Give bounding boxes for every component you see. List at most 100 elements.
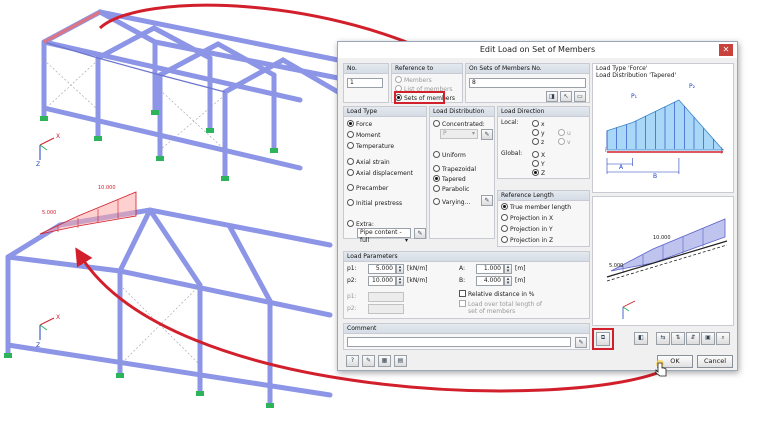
extra-select[interactable]: Pipe content - full ▾ [357, 228, 411, 244]
help-button[interactable]: ? [346, 355, 359, 367]
global-y-radio[interactable]: Y [532, 160, 545, 169]
load-dist-radio-1[interactable]: Uniform [433, 151, 466, 160]
local-x-radio[interactable]: x [532, 120, 545, 129]
load-dist-label-2: Trapezoidal [442, 166, 477, 173]
load-dist-radio-0[interactable]: Concentrated: [433, 120, 485, 129]
stepper-icon: ▴ ▾ [506, 276, 510, 286]
local-v-radio[interactable]: v [558, 138, 571, 147]
cancel-button[interactable]: Cancel [697, 355, 733, 368]
help-icon: ? [350, 357, 355, 364]
edit-table-button[interactable]: ▦ [378, 355, 391, 367]
p1-stepper[interactable]: ▴ ▾ [396, 264, 404, 274]
radio-dot [347, 131, 354, 138]
load-type-radio-3[interactable]: Axial strain [347, 158, 390, 167]
radio-dot [433, 175, 440, 182]
select-sets-button[interactable]: ◨ [546, 91, 558, 102]
load-type-label-5: Precamber [356, 185, 389, 192]
radio-dot [347, 169, 354, 176]
view-y-button[interactable]: ⇅ [671, 332, 685, 345]
p2-input[interactable]: 10.000 [368, 276, 396, 286]
local-u-radio[interactable]: u [558, 129, 571, 138]
ref-members-radio[interactable]: Members [395, 76, 432, 85]
radio-dot [532, 138, 539, 145]
load-type-group: Load Type Force Moment Temperature Axial st… [343, 106, 427, 244]
concentrated-select-value: P [443, 130, 447, 137]
p1-lower-input[interactable] [368, 292, 404, 302]
load-type-radio-0[interactable]: Force [347, 120, 372, 129]
ref-length-radio-3[interactable]: Projection in Z [501, 236, 553, 245]
b-input[interactable]: 4.000 [476, 276, 504, 286]
save-icon: ▤ [397, 357, 404, 364]
ref-length-radio-2[interactable]: Projection in Y [501, 225, 553, 234]
zoom-button[interactable]: ⌕ [716, 332, 730, 345]
comment-input[interactable] [347, 337, 571, 347]
radio-dot [532, 129, 539, 136]
preview-line-2: Load Distribution 'Tapered' [596, 72, 677, 79]
ref-length-label-0: True member length [510, 204, 572, 211]
reference-length-header: Reference Length [498, 191, 589, 201]
load-type-radio-1[interactable]: Moment [347, 131, 381, 140]
edit-values-icon: ✎ [365, 357, 372, 364]
save-defaults-button[interactable]: ▤ [394, 355, 407, 367]
radio-dot [558, 129, 565, 136]
load-type-radio-2[interactable]: Temperature [347, 142, 394, 151]
mini-p1-label: 5.000 [609, 263, 624, 269]
radio-dot [501, 203, 508, 210]
load-dist-radio-5[interactable]: Varying... [433, 198, 470, 207]
p2-stepper[interactable]: ▴ ▾ [396, 276, 404, 286]
radio-dot [501, 214, 508, 221]
load-dist-radio-2[interactable]: Trapezoidal [433, 165, 476, 174]
p2-lower-label: p2: [347, 305, 357, 312]
pick-graphics-button[interactable]: ↖ [560, 91, 572, 102]
view-iso-button[interactable]: ◧ [634, 332, 648, 345]
ref-length-label-3: Projection in Z [510, 237, 554, 244]
edit-icon: ✎ [578, 339, 584, 346]
concentrated-edit-button[interactable]: ✎ [481, 129, 493, 140]
load-type-radio-5[interactable]: Precamber [347, 184, 388, 193]
view-z-button[interactable]: ⇵ [686, 332, 700, 345]
a-label: A: [459, 265, 466, 272]
extra-edit-button[interactable]: ✎ [414, 228, 426, 239]
load-parameters-group: Load Parameters p1: 5.000 ▴ ▾ [kN/m] p2: … [343, 251, 590, 319]
a-input[interactable]: 1.000 [476, 264, 504, 274]
a-stepper[interactable]: ▴ ▾ [504, 264, 512, 274]
close-button[interactable]: ✕ [719, 44, 733, 56]
b-stepper[interactable]: ▴ ▾ [504, 276, 512, 286]
load-type-radio-6[interactable]: Initial prestress [347, 199, 402, 208]
local-y-radio[interactable]: y [532, 129, 545, 138]
ref-length-radio-0[interactable]: True member length [501, 203, 571, 212]
local-y-label: y [541, 130, 545, 137]
load-dist-label-4: Parabolic [442, 186, 470, 193]
local-z-radio[interactable]: z [532, 138, 544, 147]
dialog-titlebar[interactable]: Edit Load on Set of Members ✕ [338, 42, 737, 58]
comment-edit-button[interactable]: ✎ [575, 337, 587, 348]
concentrated-select[interactable]: P ▾ [440, 129, 478, 139]
load-type-radio-4[interactable]: Axial displacement [347, 169, 413, 178]
view-all-button[interactable]: ▣ [701, 332, 715, 345]
load-type-label-4: Axial displacement [356, 170, 414, 177]
radio-dot [501, 236, 508, 243]
stepper-icon: ▴ ▾ [398, 276, 402, 286]
view-x-button[interactable]: ⇆ [656, 332, 670, 345]
ref-length-label-2: Projection in Y [510, 226, 553, 233]
dialog-title: Edit Load on Set of Members [479, 45, 596, 54]
radio-dot [532, 120, 539, 127]
edit-values-button[interactable]: ✎ [362, 355, 375, 367]
p1-input[interactable]: 5.000 [368, 264, 396, 274]
global-x-radio[interactable]: X [532, 151, 545, 160]
ref-length-radio-1[interactable]: Projection in X [501, 214, 553, 223]
on-sets-field[interactable]: 8 [469, 78, 586, 88]
varying-edit-button[interactable]: ✎ [481, 195, 493, 206]
load-dist-label-1: Uniform [442, 152, 466, 159]
stepper-icon: ▴ ▾ [506, 264, 510, 274]
load-dist-radio-3[interactable]: Tapered [433, 175, 466, 184]
global-z-radio[interactable]: Z [532, 169, 545, 178]
load-dist-radio-4[interactable]: Parabolic [433, 185, 469, 194]
p2-lower-input[interactable] [368, 304, 404, 314]
number-field[interactable]: 1 [347, 78, 383, 88]
pick-icon: ◨ [549, 93, 555, 100]
global-z-label: Z [541, 170, 546, 177]
new-set-button[interactable]: ▭ [574, 91, 586, 102]
relative-distance-checkbox[interactable]: Relative distance in % [459, 290, 535, 300]
load-type-label-6: Initial prestress [356, 200, 403, 207]
